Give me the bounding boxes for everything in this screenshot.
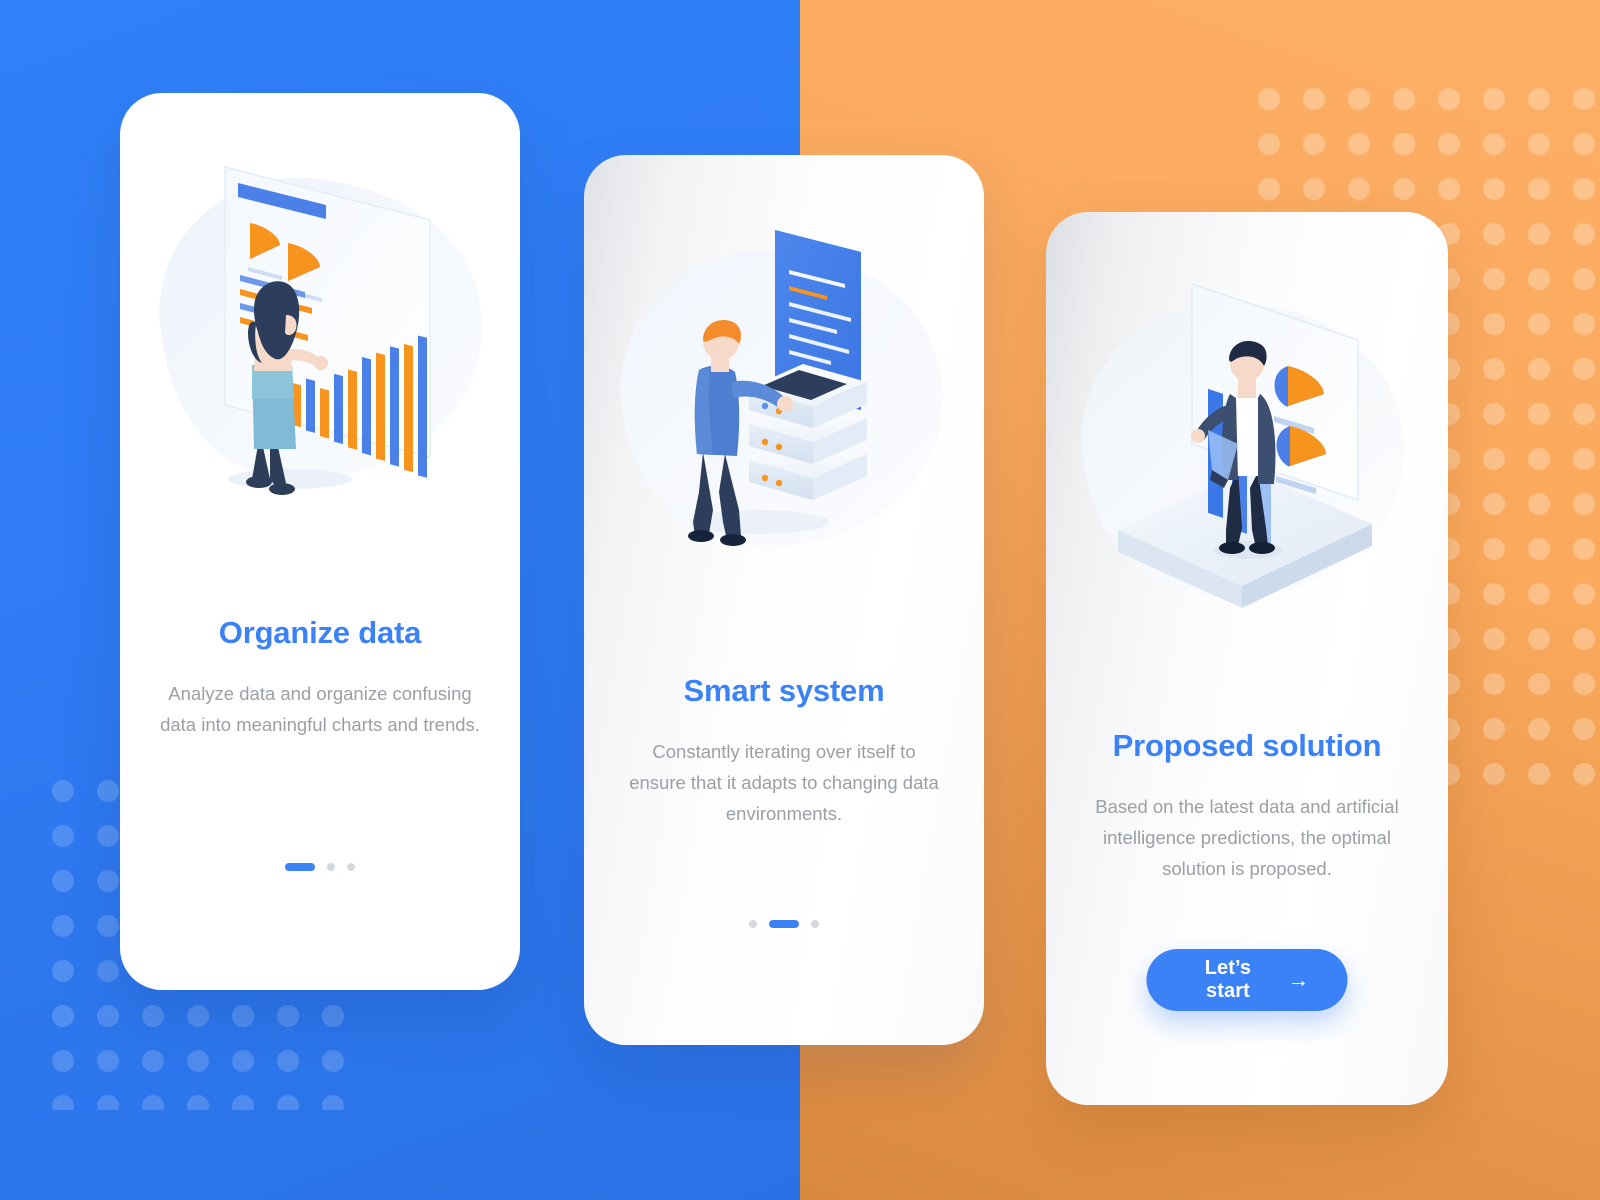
card-title: Proposed solution (1112, 728, 1382, 763)
onboarding-card-organize-data[interactable]: Organize data Analyze data and organize … (120, 93, 520, 990)
card-title: Organize data (218, 615, 422, 650)
card-description: Constantly iterating over itself to ensu… (629, 741, 939, 824)
card-title: Smart system (683, 673, 885, 708)
onboarding-card-smart-system[interactable]: Smart system Constantly iterating over i… (584, 155, 984, 1045)
man-server-stack-illustration (620, 230, 943, 547)
illustration-woman-dashboard (120, 93, 520, 563)
server-stack (749, 364, 867, 500)
pagination-dot-1[interactable] (749, 920, 757, 928)
pagination-dots[interactable] (120, 863, 520, 871)
illustration-man-presenting (1046, 212, 1448, 680)
man-presenting-charts-illustration (1081, 282, 1404, 608)
pagination-dot-2[interactable] (327, 863, 335, 871)
card-description: Based on the latest data and artificial … (1095, 796, 1399, 879)
lets-start-button[interactable]: Let’s start → (1146, 949, 1348, 1011)
pagination-dot-2[interactable] (769, 920, 799, 928)
woman-dashboard-charts-illustration (159, 166, 483, 495)
onboarding-card-proposed-solution[interactable]: Proposed solution Based on the latest da… (1046, 212, 1448, 1105)
pagination-dot-1[interactable] (285, 863, 315, 871)
lets-start-label: Let’s start (1204, 957, 1252, 1002)
pagination-dot-3[interactable] (811, 920, 819, 928)
onboarding-screen: Organize data Analyze data and organize … (0, 0, 1600, 1200)
illustration-man-server (584, 155, 984, 625)
pagination-dots[interactable] (584, 920, 984, 928)
pagination-dot-3[interactable] (347, 863, 355, 871)
arrow-right-icon: → (1287, 967, 1310, 992)
card-description: Analyze data and organize confusing data… (160, 683, 480, 735)
